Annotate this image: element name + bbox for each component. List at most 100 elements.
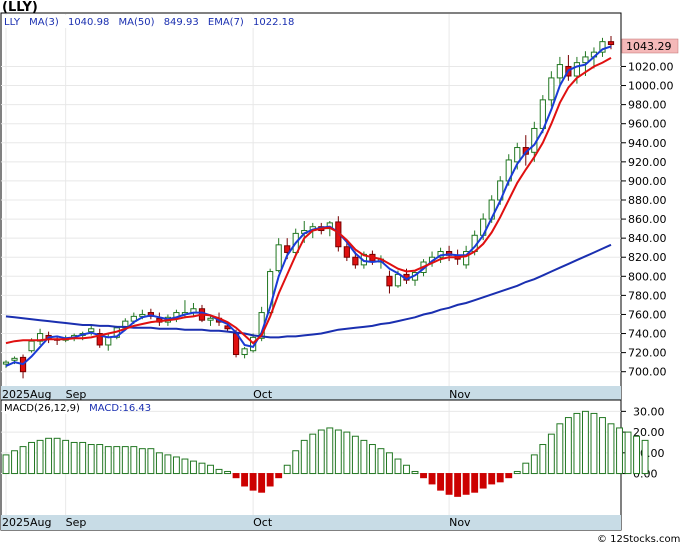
candle-body <box>105 336 112 346</box>
macd-bar <box>147 448 155 475</box>
price-tick-label: 960.00 <box>628 118 667 131</box>
macd-bar <box>309 433 317 475</box>
macd-bar <box>377 448 385 475</box>
macd-bar <box>2 454 10 475</box>
macd-bar <box>394 458 402 475</box>
macd-bar <box>164 454 172 475</box>
macd-bar <box>411 470 419 475</box>
macd-bar <box>633 435 641 475</box>
legend-ticker: LLY <box>4 17 21 28</box>
macd-bar <box>96 444 104 475</box>
candle-body <box>2 361 10 365</box>
legend-ma50-label: MA(50) <box>119 17 155 28</box>
macd-bar <box>266 473 274 487</box>
macd-bar <box>590 412 598 475</box>
macd-bar <box>505 473 513 479</box>
macd-bar <box>454 473 462 497</box>
legend-ema7-value: 1022.18 <box>253 17 294 28</box>
macd-bar <box>121 446 129 475</box>
price-tick-label: 1000.00 <box>628 80 674 93</box>
price-x-axis-band <box>1 386 621 400</box>
price-tick-label: 760.00 <box>628 308 667 321</box>
macd-bar <box>198 462 206 475</box>
x-axis-label: Oct <box>253 516 273 529</box>
svg-text:MACD(26,12,9) MACD:16.43: MACD(26,12,9) MACD:16.43 <box>4 403 151 414</box>
macd-bar <box>624 431 632 475</box>
macd-bar <box>138 448 146 475</box>
macd-bar <box>513 470 521 475</box>
candle-body <box>28 340 35 352</box>
macd-bar <box>155 452 163 475</box>
macd-bar <box>275 473 283 479</box>
stock-chart: 700.00 720.00 740.00 760.00 780.00 800.00 820.… <box>0 0 680 546</box>
legend-ema7-label: EMA(7) <box>208 17 244 28</box>
macd-bar <box>28 441 36 475</box>
x-axis-label: Nov <box>449 516 471 529</box>
price-tick-label: 800.00 <box>628 270 667 283</box>
last-price-label: 1043.29 <box>626 40 672 53</box>
candle-body <box>386 275 393 287</box>
x-axis-label: 2025Aug <box>2 388 51 401</box>
candle-body <box>88 328 95 333</box>
candle-body <box>241 348 248 356</box>
x-axis-label: 2025Aug <box>2 516 51 529</box>
macd-bar <box>172 456 180 475</box>
macd-bar <box>283 464 291 475</box>
candle-body <box>573 62 581 77</box>
macd-legend-value: MACD:16.43 <box>89 403 151 414</box>
macd-bar <box>530 454 538 475</box>
x-axis-label: Oct <box>253 388 273 401</box>
macd-bar <box>104 446 112 475</box>
macd-bar <box>258 473 266 493</box>
price-tick-label: 720.00 <box>628 347 667 360</box>
macd-bar <box>249 473 257 491</box>
watermark: © 12Stocks.com <box>597 534 680 545</box>
legend-ma50-value: 849.93 <box>164 17 199 28</box>
macd-x-axis-band <box>1 515 621 530</box>
macd-bar <box>207 464 214 475</box>
legend-ma3-label: MA(3) <box>29 17 59 28</box>
macd-bar <box>479 473 487 489</box>
macd-bar <box>326 427 334 475</box>
macd-tick-label: 30.00 <box>633 405 665 418</box>
macd-bar <box>360 439 368 475</box>
macd-bar <box>437 473 445 491</box>
candle-body <box>556 64 563 79</box>
macd-bar <box>428 473 436 485</box>
macd-bar <box>607 423 615 475</box>
macd-bar <box>190 460 197 475</box>
x-axis-label: Sep <box>66 388 87 401</box>
price-panel <box>0 12 622 401</box>
macd-bar <box>224 470 231 475</box>
macd-bar <box>70 441 78 475</box>
macd-bar <box>241 473 249 487</box>
macd-bar <box>386 452 393 475</box>
price-tick-label: 1020.00 <box>628 60 674 73</box>
price-tick-label: 780.00 <box>628 289 667 302</box>
macd-bar <box>539 444 547 475</box>
macd-bar <box>573 412 581 475</box>
candle-body <box>352 256 359 266</box>
macd-bar <box>87 444 95 475</box>
macd-bar <box>45 437 53 475</box>
price-tick-label: 940.00 <box>628 137 667 150</box>
price-tick-label: 740.00 <box>628 328 667 341</box>
candle-body <box>275 244 282 272</box>
macd-bar <box>641 439 649 475</box>
price-tick-label: 920.00 <box>628 156 667 169</box>
price-tick-label: 980.00 <box>628 99 667 112</box>
macd-bar <box>368 444 376 475</box>
macd-bar <box>79 441 87 475</box>
macd-bar <box>292 450 300 475</box>
price-tick-label: 700.00 <box>628 366 667 379</box>
macd-bar <box>113 446 121 475</box>
macd-bar <box>62 439 70 475</box>
candle-body <box>11 357 18 361</box>
x-axis-label: Nov <box>449 388 471 401</box>
macd-bar <box>19 446 27 475</box>
macd-bar <box>36 439 44 475</box>
macd-bar <box>130 446 138 475</box>
macd-bar <box>488 473 496 485</box>
candle-body <box>207 317 214 321</box>
price-tick-label: 840.00 <box>628 232 667 245</box>
